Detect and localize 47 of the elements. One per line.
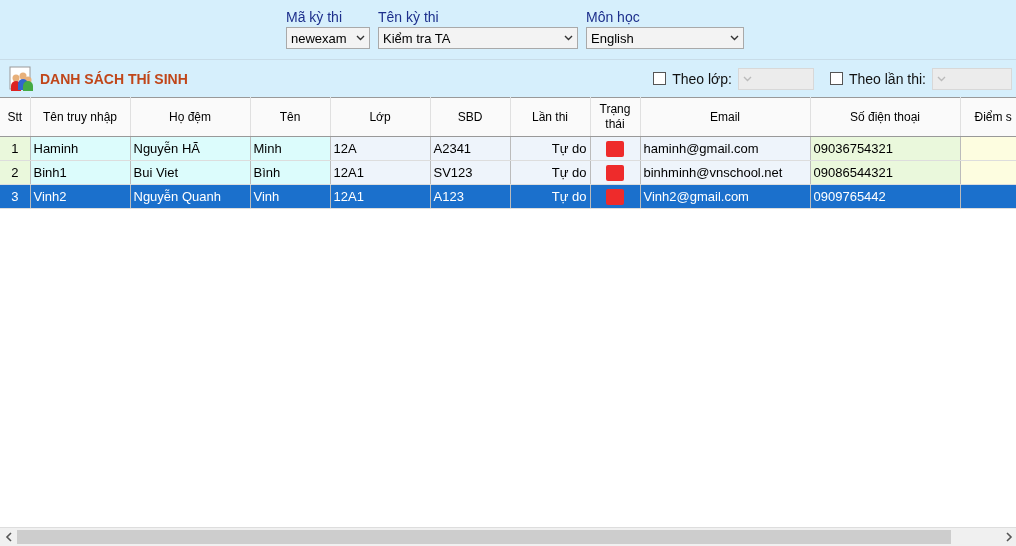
table-cell: Vinh2@gmail.com — [640, 184, 810, 209]
filter-label: Mã kỳ thi — [286, 9, 343, 25]
dropdown[interactable]: English — [586, 27, 744, 49]
table-cell: 12A — [330, 136, 430, 161]
column-header[interactable]: Số điện thoại — [810, 97, 960, 137]
table-cell: 12A1 — [330, 160, 430, 185]
table-cell: Binh1 — [30, 160, 130, 185]
users-icon — [8, 65, 34, 92]
column-header[interactable]: Lần thi — [510, 97, 590, 137]
column-header[interactable]: Tên — [250, 97, 330, 137]
caret-icon — [356, 35, 365, 41]
scrollbar-thumb[interactable] — [17, 530, 951, 544]
column-header[interactable]: Họ đệm — [130, 97, 250, 137]
scroll-left-icon[interactable] — [4, 532, 14, 542]
scroll-right-icon[interactable] — [1004, 532, 1014, 542]
table-cell: Nguyễn Quanh — [130, 184, 250, 209]
table-cell: Bui Viet — [130, 160, 250, 185]
filter-label: Tên kỳ thi — [378, 9, 440, 25]
table-cell: 09086544321 — [810, 160, 960, 185]
column-header[interactable]: Lớp — [330, 97, 430, 137]
caret-icon — [564, 35, 573, 41]
column-header[interactable]: Email — [640, 97, 810, 137]
table-cell: 3 — [0, 184, 30, 209]
caret-icon — [742, 75, 752, 82]
table-cell: 12A1 — [330, 184, 430, 209]
table-cell: haminh@gmail.com — [640, 136, 810, 161]
option-label: Theo lớp: — [672, 70, 732, 87]
list-title: DANH SÁCH THÍ SINH — [40, 70, 188, 87]
table-cell: Vinh2 — [30, 184, 130, 209]
table-cell: 2 — [0, 160, 30, 185]
caret-icon — [937, 75, 946, 82]
table-cell: binhminh@vnschool.net — [640, 160, 810, 185]
column-header[interactable]: Điểm s — [960, 97, 1016, 137]
table-cell: 09036754321 — [810, 136, 960, 161]
dropdown[interactable]: Kiểm tra TA — [378, 27, 578, 49]
table-cell: 1 — [0, 136, 30, 161]
column-header[interactable]: Trạng thái — [590, 97, 640, 137]
option-label: Theo lần thi: — [848, 70, 926, 87]
table-cell: Haminh — [30, 136, 130, 161]
caret-icon — [730, 35, 739, 41]
column-header[interactable]: Stt — [0, 97, 30, 137]
dropdown[interactable]: newexam — [286, 27, 370, 49]
table-cell: Nguyễn HÃ — [130, 136, 250, 161]
table-cell: 0909765442 — [810, 184, 960, 209]
column-header[interactable]: SBD — [430, 97, 510, 137]
column-header[interactable]: Tên truy nhập — [30, 97, 130, 137]
filter-label: Môn học — [586, 9, 641, 25]
